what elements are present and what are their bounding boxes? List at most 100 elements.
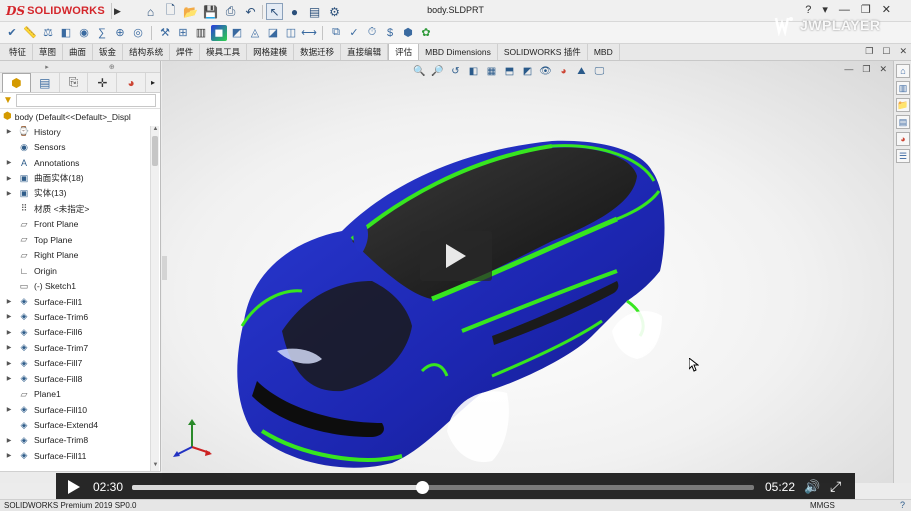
tab-surfaces[interactable]: 曲面 xyxy=(63,44,94,60)
geometry-analysis-icon[interactable]: ⚒ xyxy=(157,25,173,41)
home-icon[interactable]: ⌂ xyxy=(142,3,159,20)
doc-maximize-icon[interactable]: ☐ xyxy=(882,46,890,57)
volume-icon[interactable]: 🔊 xyxy=(804,479,820,495)
solidworks-logo[interactable]: DS SOLIDWORKS xyxy=(6,3,105,19)
tree-item-sketch1[interactable]: ▭ (-) Sketch1 xyxy=(0,278,160,293)
tab-direct-editing[interactable]: 直接编辑 xyxy=(341,44,389,60)
edit-appearance-icon[interactable]: ◕ xyxy=(556,64,571,79)
expand-arrow-icon[interactable]: ▶ xyxy=(4,313,14,320)
tree-item-top-plane[interactable]: ▱ Top Plane xyxy=(0,232,160,247)
zoom-to-fit-icon[interactable]: 🔍 xyxy=(412,64,427,79)
tab-data-migration[interactable]: 数据迁移 xyxy=(294,44,342,60)
view-orientation-icon[interactable]: ⬒ xyxy=(502,64,517,79)
scroll-down-icon[interactable]: ▼ xyxy=(151,462,160,471)
tree-root-part[interactable]: ⬢ body (Default<<Default>_Displ xyxy=(0,109,160,124)
thickness-analysis-icon[interactable]: ⊞ xyxy=(175,25,191,41)
tree-item-surface-bodies[interactable]: ▶ ▣ 曲面实体(18) xyxy=(0,170,160,185)
manager-tabs-expand-icon[interactable]: ▸ xyxy=(146,73,160,92)
close-icon[interactable]: ✕ xyxy=(882,3,891,16)
viewport-restore-icon[interactable]: ❐ xyxy=(862,64,870,75)
print-icon[interactable]: ⎙ xyxy=(222,3,239,20)
tab-structure-system[interactable]: 结构系统 xyxy=(123,44,171,60)
tree-item-annotations[interactable]: ▶ A Annotations xyxy=(0,155,160,170)
select-cursor-icon[interactable]: ↖ xyxy=(266,3,283,20)
expand-arrow-icon[interactable]: ▶ xyxy=(4,128,14,135)
menu-expand-arrow-icon[interactable]: ▶ xyxy=(111,3,123,19)
display-manager-tab-icon[interactable]: ◕ xyxy=(117,73,147,92)
configuration-manager-tab-icon[interactable]: ⎘ xyxy=(60,73,89,92)
tree-item-surface-extend4[interactable]: ◈ Surface-Extend4 xyxy=(0,417,160,432)
statistics-icon[interactable]: ∑ xyxy=(94,25,110,41)
viewport-minimize-icon[interactable]: — xyxy=(844,64,853,75)
file-properties-icon[interactable]: ▤ xyxy=(306,3,323,20)
check-active-document-icon[interactable]: ✓ xyxy=(346,25,362,41)
expand-arrow-icon[interactable]: ▶ xyxy=(4,329,14,336)
simulation-icon[interactable]: ⬢ xyxy=(400,25,416,41)
custom-properties-icon[interactable]: ☰ xyxy=(896,149,910,163)
tree-item-surface-fill10[interactable]: ▶ ◈ Surface-Fill10 xyxy=(0,402,160,417)
section-properties-icon[interactable]: ◧ xyxy=(58,25,74,41)
expand-arrow-icon[interactable]: ▶ xyxy=(4,298,14,305)
sustainability-icon[interactable]: ✿ xyxy=(418,25,434,41)
fullscreen-icon[interactable]: ⤢ xyxy=(830,478,841,495)
interference-icon[interactable]: ⊕ xyxy=(112,25,128,41)
costing-icon[interactable]: $ xyxy=(382,25,398,41)
tree-item-solid-bodies[interactable]: ▶ ▣ 实体(13) xyxy=(0,186,160,201)
panel-splitter-icon[interactable]: ⊕ xyxy=(109,63,115,71)
view-settings-icon[interactable]: 🖵 xyxy=(592,64,607,79)
display-style-icon[interactable]: ◩ xyxy=(520,64,535,79)
measure-icon[interactable]: 📏 xyxy=(22,25,38,41)
check-icon[interactable]: ◎ xyxy=(130,25,146,41)
feature-manager-tab-icon[interactable]: ⬢ xyxy=(2,73,31,92)
solidworks-resources-icon[interactable]: ⌂ xyxy=(896,64,910,78)
undo-icon[interactable]: ↶ xyxy=(242,3,259,20)
compare-documents-icon[interactable]: ⧉ xyxy=(328,25,344,41)
status-help-icon[interactable]: ? xyxy=(900,500,905,510)
car-body-model[interactable] xyxy=(222,131,682,471)
tree-item-surface-fill1[interactable]: ▶ ◈ Surface-Fill1 xyxy=(0,294,160,309)
tab-mold-tools[interactable]: 模具工具 xyxy=(200,44,248,60)
mass-properties-icon[interactable]: ⚖ xyxy=(40,25,56,41)
design-library-icon[interactable]: ▥ xyxy=(896,81,910,95)
section-view-icon[interactable]: ◧ xyxy=(466,64,481,79)
expand-arrow-icon[interactable]: ▶ xyxy=(4,360,14,367)
tree-item-surface-trim8[interactable]: ▶ ◈ Surface-Trim8 xyxy=(0,433,160,448)
seek-bar[interactable] xyxy=(132,481,754,494)
options-gear-icon[interactable]: ⚙ xyxy=(326,3,343,20)
tree-item-front-plane[interactable]: ▱ Front Plane xyxy=(0,217,160,232)
dimxpert-manager-tab-icon[interactable]: ✛ xyxy=(88,73,118,92)
graphics-area[interactable]: 🔍 🔎 ↺ ◧ ▦ ⬒ ◩ 👁 ◕ ⛰ 🖵 — ❐ ✕ xyxy=(162,61,893,483)
previous-view-icon[interactable]: ↺ xyxy=(448,64,463,79)
tree-item-right-plane[interactable]: ▱ Right Plane xyxy=(0,248,160,263)
curvature-icon[interactable]: ◼ xyxy=(211,24,227,41)
expand-arrow-icon[interactable]: ▶ xyxy=(4,159,14,166)
design-checker-icon[interactable]: ✔ xyxy=(4,25,20,41)
tab-weldments[interactable]: 焊件 xyxy=(170,44,201,60)
scroll-thumb[interactable] xyxy=(152,136,158,166)
tree-scrollbar[interactable]: ▲ ▼ xyxy=(150,126,159,471)
expand-arrow-icon[interactable]: ▶ xyxy=(4,190,14,197)
tree-filter-input[interactable] xyxy=(15,94,156,107)
tree-item-origin[interactable]: ∟ Origin xyxy=(0,263,160,278)
dynamic-annotation-icon[interactable]: ▦ xyxy=(484,64,499,79)
appearances-scenes-icon[interactable]: ◕ xyxy=(896,132,910,146)
save-icon[interactable]: 💾 xyxy=(202,3,219,20)
tab-sheet-metal[interactable]: 钣金 xyxy=(93,44,124,60)
units-selector[interactable]: MMGS xyxy=(810,501,835,510)
file-explorer-icon[interactable]: 📁 xyxy=(896,98,910,112)
tree-item-surface-fill7[interactable]: ▶ ◈ Surface-Fill7 xyxy=(0,356,160,371)
new-document-icon[interactable]: 🗋 xyxy=(162,3,179,20)
panel-sash-handle[interactable] xyxy=(162,256,167,280)
deviation-analysis-icon[interactable]: ◩ xyxy=(229,25,245,41)
doc-restore-icon[interactable]: ❐ xyxy=(865,46,873,57)
viewport-close-icon[interactable]: ✕ xyxy=(879,64,887,75)
traffic-light-icon[interactable]: ● xyxy=(286,3,303,20)
tree-item-surface-fill11[interactable]: ▶ ◈ Surface-Fill11 xyxy=(0,448,160,463)
tree-item-surface-fill6[interactable]: ▶ ◈ Surface-Fill6 xyxy=(0,325,160,340)
expand-arrow-icon[interactable]: ▶ xyxy=(4,406,14,413)
tree-item-surface-trim7[interactable]: ▶ ◈ Surface-Trim7 xyxy=(0,340,160,355)
tab-features[interactable]: 特征 xyxy=(3,44,34,60)
tree-item-surface-fill8[interactable]: ▶ ◈ Surface-Fill8 xyxy=(0,371,160,386)
tree-item-material[interactable]: ⠿ 材质 <未指定> xyxy=(0,201,160,216)
open-folder-icon[interactable]: 📂 xyxy=(182,3,199,20)
